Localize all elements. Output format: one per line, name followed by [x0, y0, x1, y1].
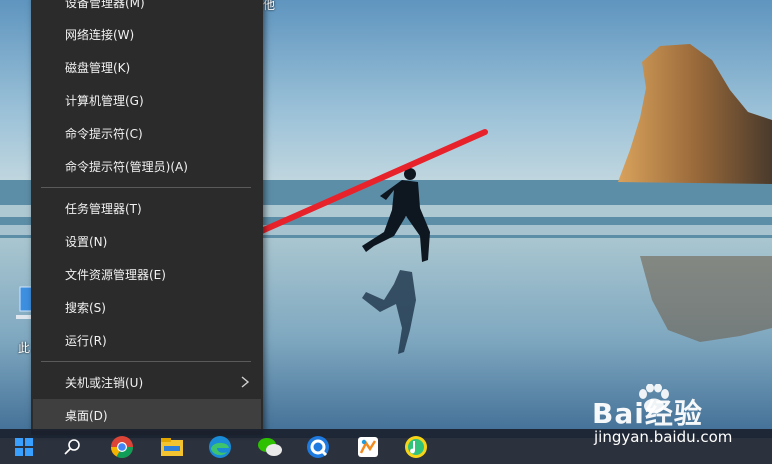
desktop-label-fragment: 他 [263, 0, 276, 12]
menu-item-network-connections[interactable]: 网络连接(W) [33, 18, 261, 50]
chrome-icon [111, 435, 133, 458]
menu-item-label: 关机或注销(U) [65, 375, 144, 390]
file-explorer-icon [161, 437, 183, 456]
edge-icon [209, 435, 231, 458]
menu-item-label: 磁盘管理(K) [65, 60, 131, 75]
power-user-menu: 设备管理器(M) 网络连接(W) 磁盘管理(K) 计算机管理(G) 命令提示符(… [31, 0, 263, 435]
menu-separator [41, 187, 251, 188]
menu-item-disk-management[interactable]: 磁盘管理(K) [33, 51, 261, 83]
watermark-brand: Bai经验 [592, 397, 703, 430]
menu-item-task-manager[interactable]: 任务管理器(T) [33, 192, 261, 224]
menu-item-shutdown-signout[interactable]: 关机或注销(U) [33, 366, 261, 398]
menu-item-device-manager[interactable]: 设备管理器(M) [33, 0, 261, 18]
windows-start-icon [15, 437, 33, 456]
painting-app-icon [358, 436, 378, 457]
this-pc-label: 此 [18, 341, 31, 355]
wechat-icon [258, 437, 282, 456]
taskbar-app-file-explorer[interactable] [152, 429, 192, 464]
menu-item-label: 设置(N) [65, 234, 108, 249]
menu-item-command-prompt[interactable]: 命令提示符(C) [33, 117, 261, 149]
taskbar-app-qq-browser[interactable] [298, 429, 338, 464]
taskbar-app-qq-music[interactable] [396, 429, 436, 464]
taskbar-app-painting[interactable] [348, 429, 388, 464]
search-icon [64, 438, 80, 455]
taskbar-app-wechat[interactable] [250, 429, 290, 464]
menu-item-label: 文件资源管理器(E) [65, 267, 166, 282]
menu-separator [41, 361, 251, 362]
taskbar-app-edge[interactable] [200, 429, 240, 464]
menu-item-search[interactable]: 搜索(S) [33, 291, 261, 323]
menu-item-label: 计算机管理(G) [65, 93, 144, 108]
watermark-url: jingyan.baidu.com [594, 428, 733, 446]
menu-item-command-prompt-admin[interactable]: 命令提示符(管理员)(A) [33, 150, 261, 182]
menu-item-run[interactable]: 运行(R) [33, 324, 261, 356]
menu-item-file-explorer[interactable]: 文件资源管理器(E) [33, 258, 261, 290]
baidu-jingyan-watermark: Bai经验 jingyan.baidu.com [592, 384, 772, 454]
menu-item-label: 设备管理器(M) [65, 0, 145, 10]
menu-item-label: 任务管理器(T) [65, 201, 142, 216]
menu-item-label: 命令提示符(管理员)(A) [65, 159, 188, 174]
search-button[interactable] [52, 429, 92, 464]
start-button[interactable] [4, 429, 44, 464]
qq-browser-icon [307, 435, 329, 458]
taskbar-app-chrome[interactable] [102, 429, 142, 464]
menu-item-label: 运行(R) [65, 333, 107, 348]
menu-item-computer-management[interactable]: 计算机管理(G) [33, 84, 261, 116]
menu-item-label: 网络连接(W) [65, 27, 135, 42]
menu-item-label: 搜索(S) [65, 300, 106, 315]
menu-item-label: 命令提示符(C) [65, 126, 143, 141]
menu-item-label: 桌面(D) [65, 408, 108, 423]
chevron-right-icon [241, 376, 250, 388]
menu-item-desktop[interactable]: 桌面(D) [33, 399, 261, 431]
menu-item-settings[interactable]: 设置(N) [33, 225, 261, 257]
qq-music-icon [405, 435, 427, 458]
